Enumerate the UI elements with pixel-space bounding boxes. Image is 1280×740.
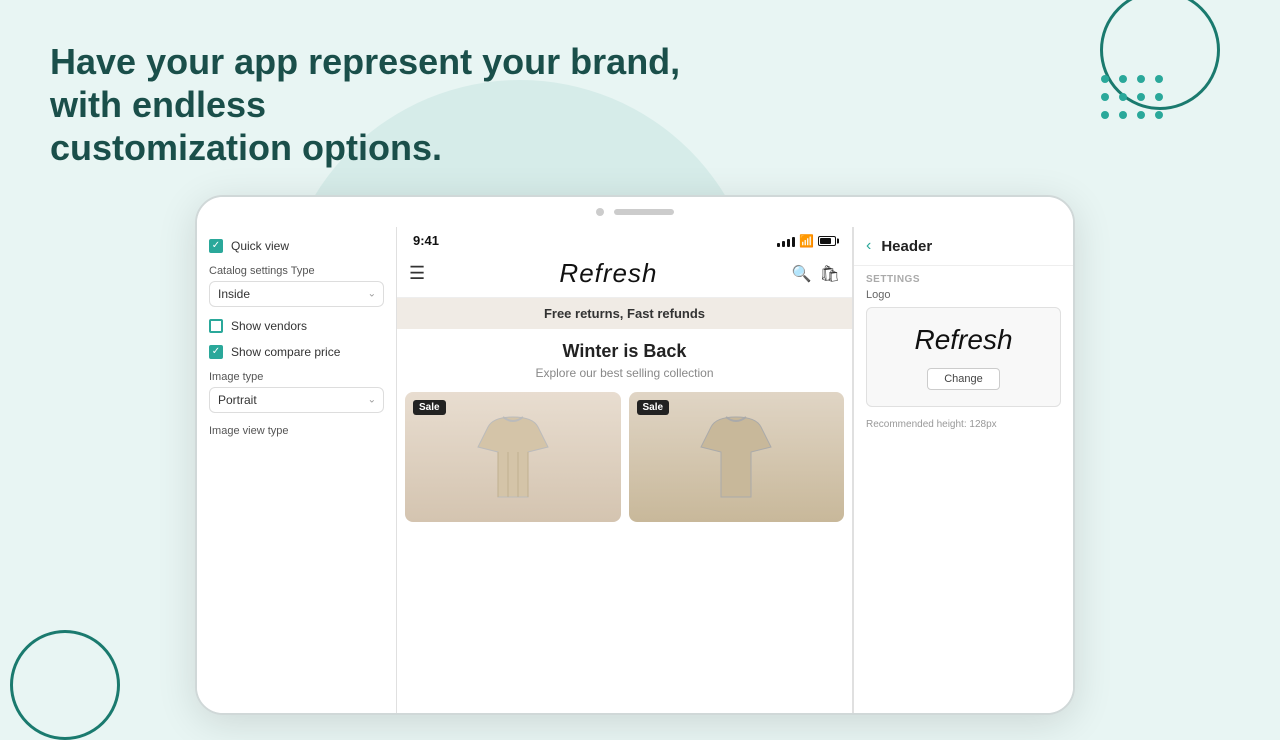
checkmark-icon-2: ✓ (212, 347, 220, 357)
bag-icon[interactable]: 🛍 (820, 264, 840, 284)
settings-header: ‹ Header (854, 227, 1073, 266)
dot (1119, 75, 1127, 83)
dot (1119, 93, 1127, 101)
signal-bar-4 (792, 237, 795, 247)
tablet-camera (596, 208, 604, 216)
dots-grid (1101, 75, 1165, 121)
app-logo: Refresh (559, 258, 657, 289)
logo-label: Logo (866, 289, 1061, 301)
change-logo-button[interactable]: Change (927, 368, 1000, 390)
logo-preview-box: Refresh Change (866, 307, 1061, 407)
header-action-icons: 🔍 🛍 (792, 264, 840, 284)
app-hero: Winter is Back Explore our best selling … (397, 329, 852, 384)
quick-view-label: Quick view (231, 239, 289, 253)
image-type-group: Image type Portrait Square Landscape ⌄ (209, 371, 384, 413)
tablet-top-bar (197, 197, 1073, 227)
dot (1137, 75, 1145, 83)
page-heading: Have your app represent your brand, with… (50, 40, 750, 170)
show-vendors-label: Show vendors (231, 319, 307, 333)
show-vendors-checkbox[interactable] (209, 319, 223, 333)
dot (1155, 93, 1163, 101)
dot (1101, 75, 1109, 83)
show-compare-price-checkbox[interactable]: ✓ (209, 345, 223, 359)
settings-section-label: SETTINGS (854, 266, 1073, 289)
signal-bar-1 (777, 243, 780, 247)
wifi-icon: 📶 (799, 234, 814, 248)
dot (1155, 111, 1163, 119)
sale-badge-2: Sale (637, 400, 670, 415)
hero-subtitle: Explore our best selling collection (413, 366, 836, 380)
phone-status-bar: 9:41 📶 (397, 227, 852, 252)
hero-title: Winter is Back (413, 341, 836, 362)
product-card-1[interactable]: Sale (405, 392, 621, 522)
tablet-speaker (614, 209, 674, 215)
signal-bar-3 (787, 239, 790, 247)
left-settings-panel: ✓ Quick view Catalog settings Type Insid… (197, 227, 397, 715)
dot (1155, 75, 1163, 83)
phone-time: 9:41 (413, 233, 439, 248)
dot (1101, 93, 1109, 101)
phone-status-icons: 📶 (777, 234, 836, 248)
battery-fill (820, 238, 831, 244)
image-type-select-wrapper[interactable]: Portrait Square Landscape ⌄ (209, 387, 384, 413)
quick-view-checkbox[interactable]: ✓ (209, 239, 223, 253)
catalog-settings-select[interactable]: Inside Outside (209, 281, 384, 307)
back-button[interactable]: ‹ (866, 237, 871, 255)
image-type-label: Image type (209, 371, 384, 383)
logo-preview-text: Refresh (914, 324, 1012, 356)
dot (1119, 111, 1127, 119)
tablet-content: ✓ Quick view Catalog settings Type Insid… (197, 227, 1073, 715)
bg-circle-bottom-left (10, 630, 120, 740)
catalog-settings-label: Catalog settings Type (209, 265, 384, 277)
quick-view-row[interactable]: ✓ Quick view (209, 239, 384, 253)
logo-section: Logo Refresh Change (854, 289, 1073, 415)
image-view-type-group: Image view type (209, 425, 384, 437)
show-compare-price-row[interactable]: ✓ Show compare price (209, 345, 384, 359)
dot (1101, 111, 1109, 119)
sweater-svg-2 (696, 407, 776, 507)
search-icon[interactable]: 🔍 (792, 264, 812, 284)
heading-text-2: customization options. (50, 127, 442, 168)
catalog-settings-group: Catalog settings Type Inside Outside ⌄ (209, 265, 384, 307)
hamburger-icon[interactable]: ☰ (409, 263, 425, 284)
recommended-height-text: Recommended height: 128px (854, 415, 1073, 434)
sweater-svg-1 (473, 407, 553, 507)
show-vendors-row[interactable]: Show vendors (209, 319, 384, 333)
battery-icon (818, 236, 836, 246)
heading-text: Have your app represent your brand, with… (50, 41, 680, 125)
product-card-2[interactable]: Sale (629, 392, 845, 522)
signal-bars-icon (777, 235, 795, 247)
banner-text: Free returns, Fast refunds (544, 306, 705, 321)
image-view-type-label: Image view type (209, 425, 384, 437)
dot (1137, 93, 1145, 101)
sale-badge-1: Sale (413, 400, 446, 415)
tablet-frame: ✓ Quick view Catalog settings Type Insid… (195, 195, 1075, 715)
catalog-settings-select-wrapper[interactable]: Inside Outside ⌄ (209, 281, 384, 307)
phone-screen: 9:41 📶 ☰ Refresh (397, 227, 853, 715)
app-banner: Free returns, Fast refunds (397, 298, 852, 329)
dot (1137, 111, 1145, 119)
settings-panel-title: Header (881, 238, 932, 255)
show-compare-price-label: Show compare price (231, 345, 340, 359)
image-type-select[interactable]: Portrait Square Landscape (209, 387, 384, 413)
product-grid: Sale Sale (397, 384, 852, 715)
settings-panel: ‹ Header SETTINGS Logo Refresh Change Re… (853, 227, 1073, 715)
checkmark-icon: ✓ (212, 241, 220, 251)
signal-bar-2 (782, 241, 785, 247)
app-header: ☰ Refresh 🔍 🛍 (397, 252, 852, 298)
